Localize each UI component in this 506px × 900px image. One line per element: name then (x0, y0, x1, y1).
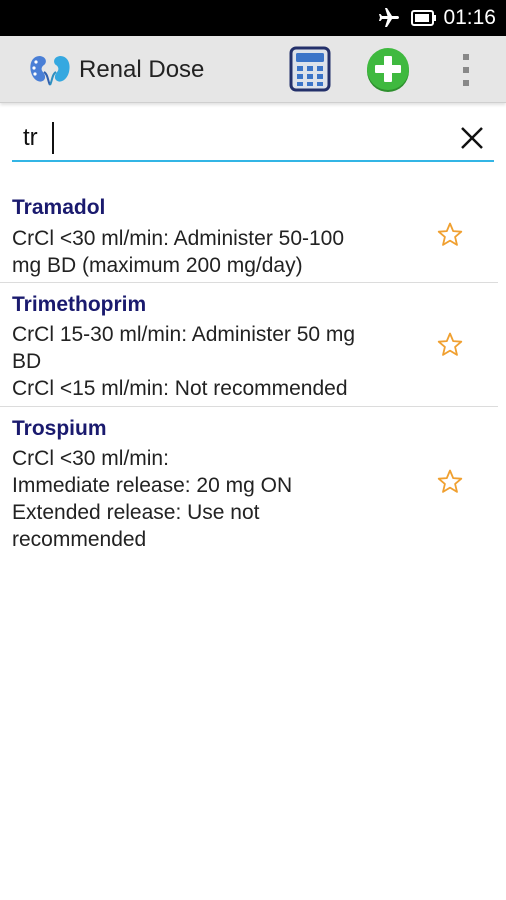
drug-item[interactable]: Trospium CrCl <30 ml/min: Immediate rele… (0, 407, 498, 557)
drug-item[interactable]: Tramadol CrCl <30 ml/min: Administer 50-… (0, 190, 498, 283)
overflow-menu-icon[interactable] (456, 50, 476, 90)
calculator-button[interactable] (289, 46, 331, 92)
dose-line: Extended release: Use not (12, 501, 260, 524)
drug-name: Tramadol (12, 196, 106, 219)
add-button[interactable] (364, 46, 412, 94)
drug-name: Trospium (12, 417, 107, 440)
dose-line: Immediate release: 20 mg ON (12, 474, 293, 497)
search-input[interactable] (23, 122, 443, 154)
drug-name: Trimethoprim (12, 293, 147, 316)
kidney-logo-icon[interactable] (28, 54, 72, 86)
favorite-star-icon[interactable] (436, 221, 464, 249)
text-cursor (52, 122, 54, 154)
favorite-star-icon[interactable] (436, 468, 464, 496)
dose-line: CrCl 15-30 ml/min: Administer 50 mg (12, 323, 356, 346)
drug-dose: CrCl 15-30 ml/min: Administer 50 mg BD C… (12, 321, 407, 402)
battery-icon (411, 10, 437, 26)
dose-line: CrCl <30 ml/min: Administer 50-100 (12, 227, 345, 250)
status-icons: 01:16 (377, 0, 496, 36)
dose-line: CrCl <30 ml/min: (12, 447, 169, 470)
clear-search-icon[interactable] (458, 124, 486, 152)
drug-item[interactable]: Trimethoprim CrCl 15-30 ml/min: Administ… (0, 283, 498, 407)
drug-list: Tramadol CrCl <30 ml/min: Administer 50-… (0, 190, 506, 557)
dose-line: BD (12, 350, 42, 373)
search-box (12, 118, 494, 162)
drug-dose: CrCl <30 ml/min: Immediate release: 20 m… (12, 445, 407, 553)
status-time: 01:16 (443, 6, 496, 29)
dose-line: mg BD (maximum 200 mg/day) (12, 254, 303, 277)
drug-dose: CrCl <30 ml/min: Administer 50-100 mg BD… (12, 225, 407, 279)
action-bar: Renal Dose (0, 36, 506, 103)
app-title: Renal Dose (79, 56, 205, 83)
favorite-star-icon[interactable] (436, 331, 464, 359)
dose-line: recommended (12, 528, 147, 551)
status-bar: 01:16 (0, 0, 506, 36)
airplane-mode-icon (379, 8, 400, 27)
dose-line: CrCl <15 ml/min: Not recommended (12, 377, 348, 400)
